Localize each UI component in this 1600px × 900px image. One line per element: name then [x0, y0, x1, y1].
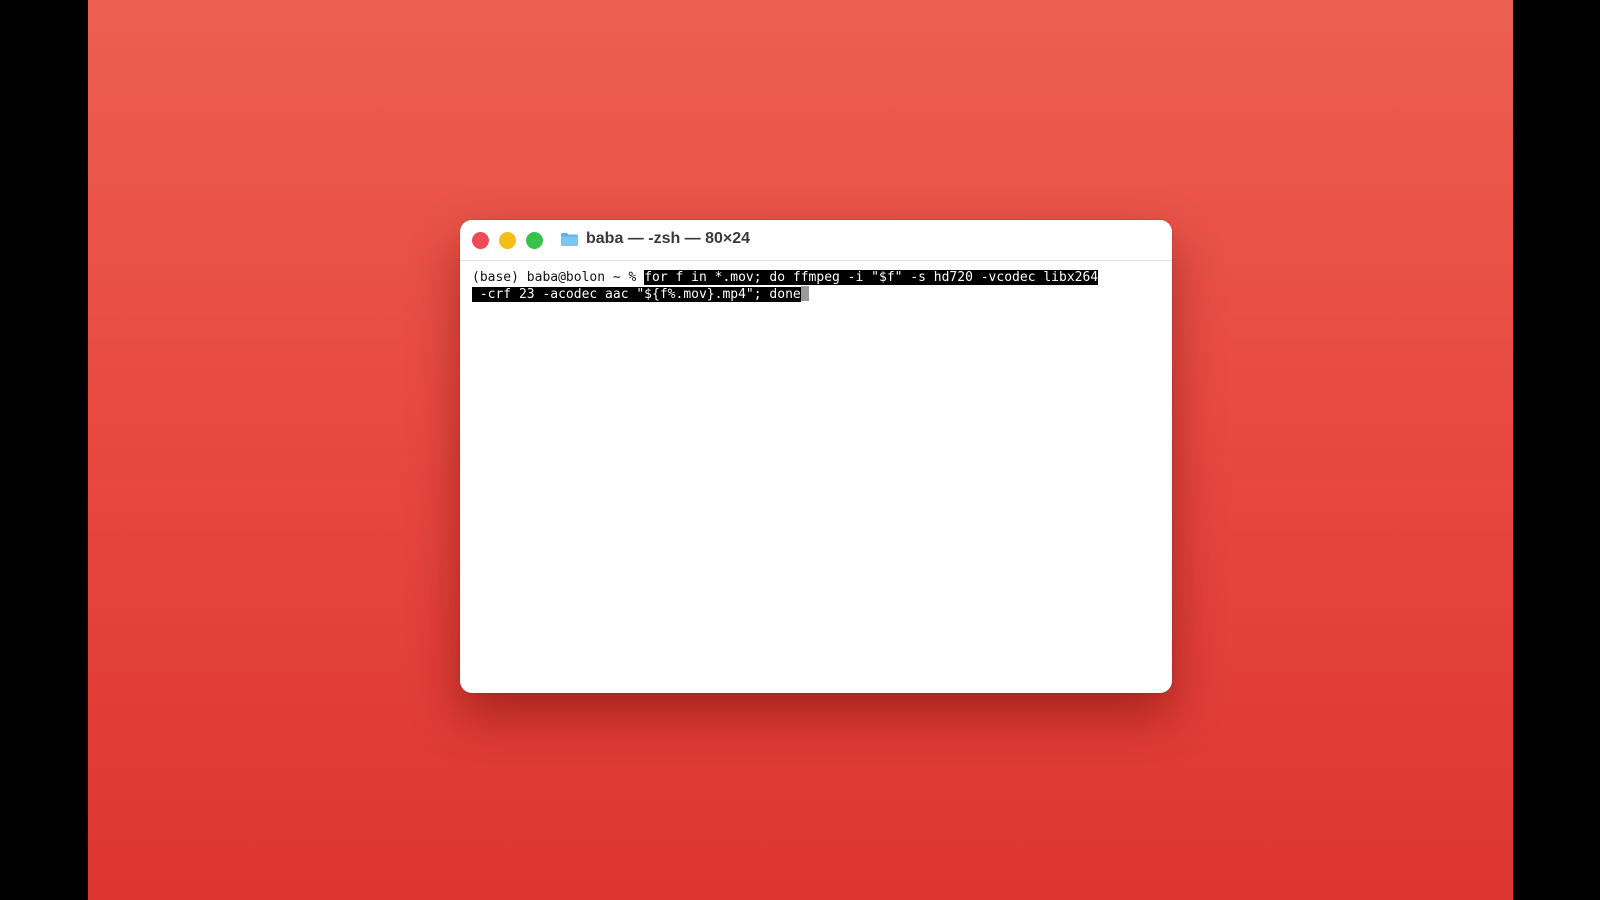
- screen: baba — -zsh — 80×24 (base) baba@bolon ~ …: [0, 0, 1600, 900]
- window-title: baba — -zsh — 80×24: [586, 230, 751, 247]
- terminal-line-1: (base) baba@bolon ~ % for f in *.mov; do…: [472, 269, 1160, 286]
- terminal-window[interactable]: baba — -zsh — 80×24 (base) baba@bolon ~ …: [460, 220, 1172, 693]
- close-button[interactable]: [472, 232, 489, 249]
- shell-prompt: (base) baba@bolon ~ %: [472, 270, 645, 285]
- window-title-group: baba — -zsh — 80×24: [560, 230, 750, 248]
- desktop-background: baba — -zsh — 80×24 (base) baba@bolon ~ …: [88, 0, 1513, 900]
- text-cursor: [800, 286, 809, 301]
- terminal-line-2: -crf 23 -acodec aac "${f%.mov}.mp4"; don…: [472, 286, 1160, 303]
- terminal-content[interactable]: (base) baba@bolon ~ % for f in *.mov; do…: [460, 261, 1172, 693]
- zoom-button[interactable]: [526, 232, 543, 249]
- selected-command-part-2[interactable]: -crf 23 -acodec aac "${f%.mov}.mp4"; don…: [472, 287, 801, 302]
- selected-command-part-1[interactable]: for f in *.mov; do ffmpeg -i "$f" -s hd7…: [644, 270, 1099, 285]
- folder-icon: [560, 232, 579, 247]
- window-controls: [472, 232, 543, 249]
- window-titlebar[interactable]: baba — -zsh — 80×24: [460, 220, 1172, 261]
- minimize-button[interactable]: [499, 232, 516, 249]
